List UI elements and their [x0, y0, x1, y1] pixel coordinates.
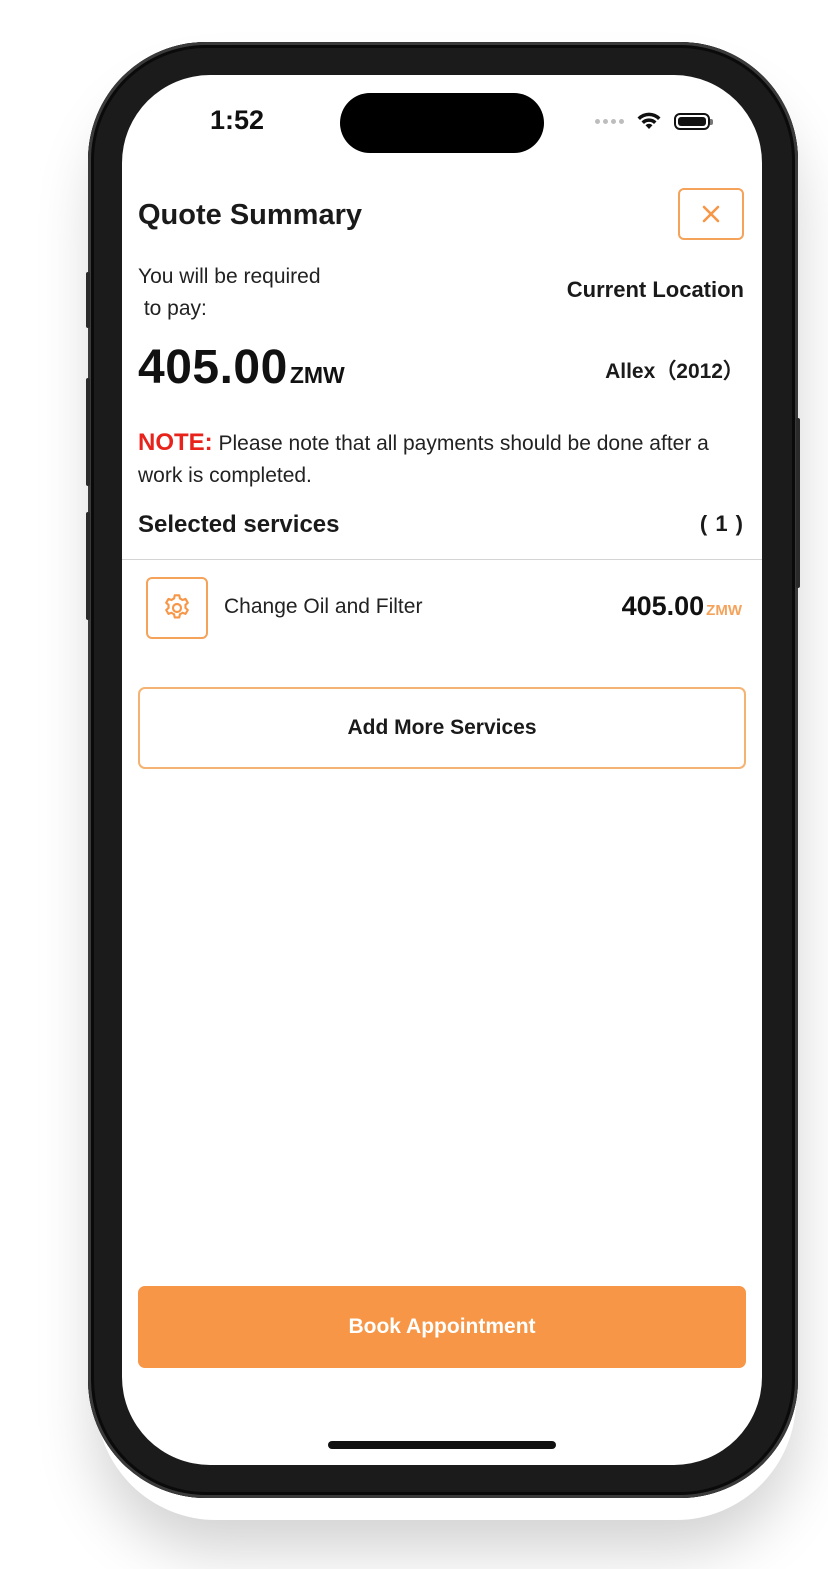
service-price-value: 405.00 [621, 591, 705, 621]
total-amount-currency: ZMW [289, 362, 345, 388]
service-name: Change Oil and Filter [224, 595, 423, 618]
gear-icon [165, 594, 189, 619]
dynamic-island [340, 93, 544, 153]
current-location-label: Current Location [566, 277, 744, 302]
close-icon [702, 205, 720, 223]
service-icon-box [146, 577, 208, 639]
total-amount: 405.00ZMW [138, 340, 345, 395]
volume-up-button [86, 378, 90, 486]
wifi-icon [637, 112, 661, 129]
signal-icon [595, 118, 624, 124]
add-more-services-button[interactable]: Add More Services [138, 687, 746, 769]
note-label: NOTE: [138, 429, 213, 456]
power-button [796, 418, 800, 588]
total-amount-value: 405.00 [138, 341, 288, 394]
selected-services-title: Selected services [138, 511, 340, 538]
mute-switch [86, 272, 90, 328]
status-icons [595, 111, 713, 131]
selected-services-count: ( 1 ) [699, 511, 744, 536]
list-item[interactable]: Change Oil and Filter 405.00 ZMW [146, 577, 742, 639]
service-price-currency: ZMW [706, 602, 742, 619]
divider [122, 559, 762, 560]
status-time: 1:52 [210, 105, 265, 135]
pay-label: You will be required to pay: [138, 265, 321, 320]
close-button[interactable] [678, 188, 744, 240]
note-text: Please note that all payments should be … [138, 432, 709, 487]
home-indicator [328, 1441, 556, 1449]
payment-note: NOTE: Please note that all payments shou… [138, 427, 738, 492]
volume-down-button [86, 512, 90, 620]
page-title: Quote Summary [138, 199, 362, 231]
vehicle-label: Allex（2012） [605, 360, 744, 383]
book-appointment-button[interactable]: Book Appointment [138, 1286, 746, 1368]
service-price: 405.00 ZMW [622, 591, 742, 622]
battery-icon [674, 112, 713, 130]
screen: 1:52 Quote Summary You will be required … [122, 75, 762, 1465]
